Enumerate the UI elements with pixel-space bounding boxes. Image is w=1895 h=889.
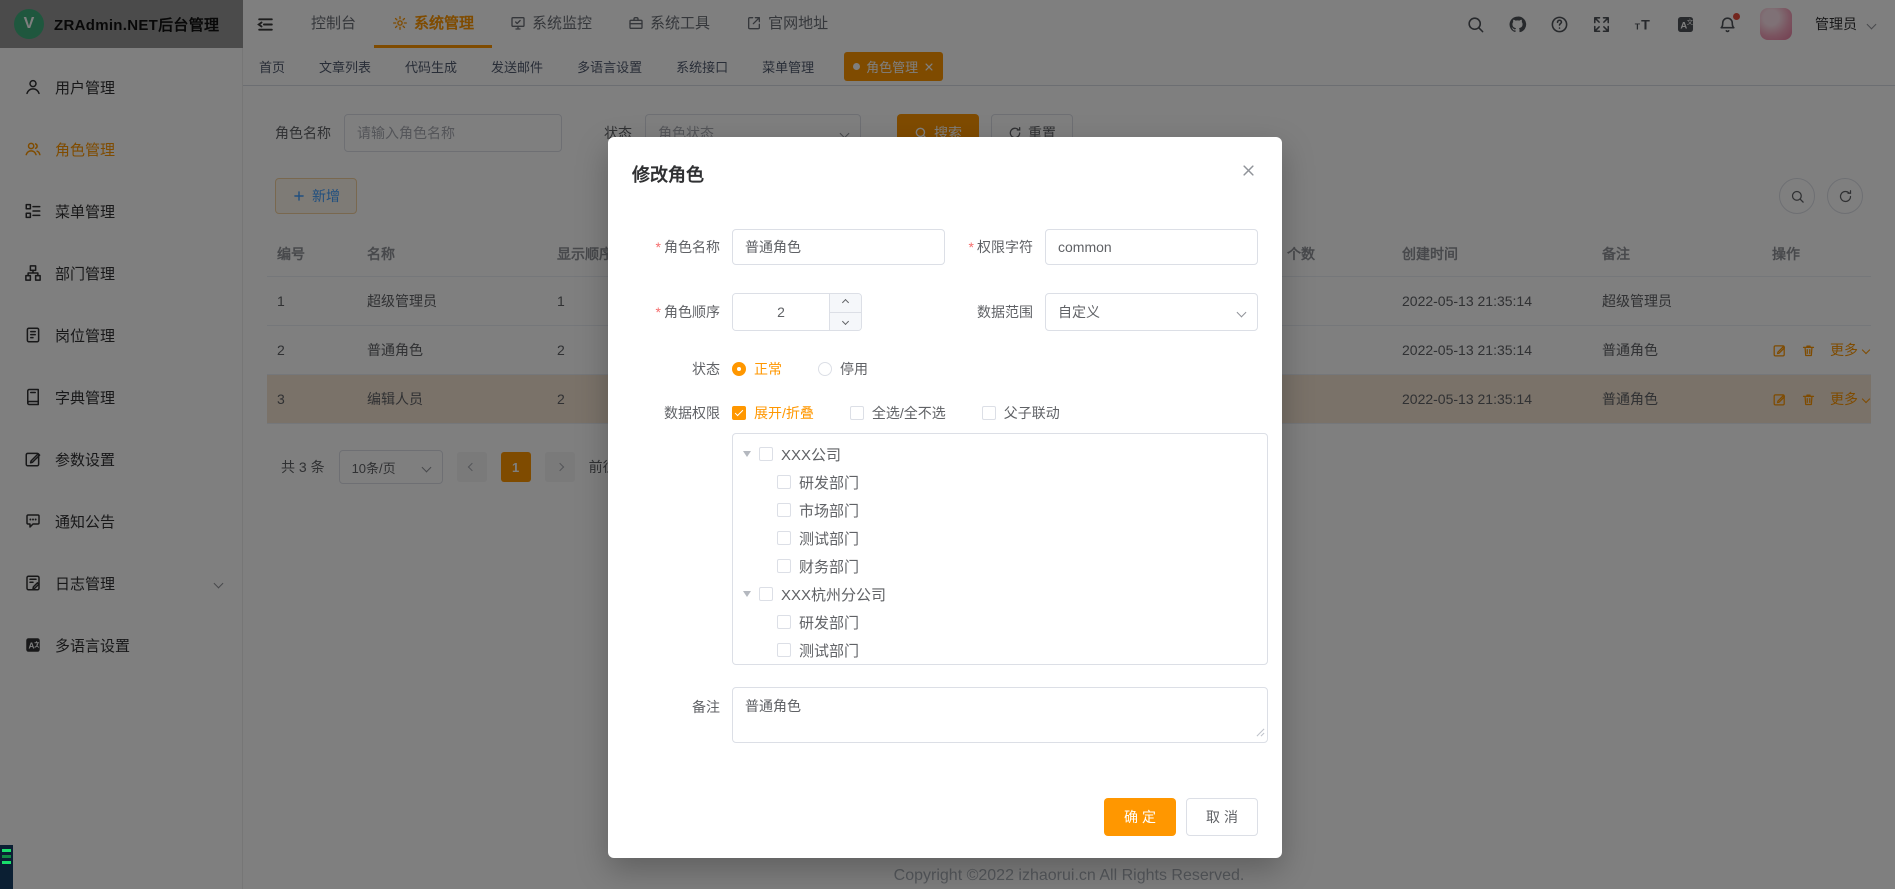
tree-node-label: 测试部门	[799, 640, 859, 661]
role-order-input[interactable]	[733, 294, 829, 330]
caret-down-icon[interactable]	[743, 451, 751, 457]
data-scope-value: 自定义	[1058, 302, 1100, 322]
confirm-button[interactable]: 确定	[1104, 798, 1176, 836]
decrease-button[interactable]	[830, 313, 861, 331]
tree-node-label: XXX杭州分公司	[781, 584, 886, 605]
tree-node-5[interactable]: XXX杭州分公司	[733, 580, 1267, 608]
status-radio-0[interactable]: 正常	[732, 359, 782, 379]
checkbox-icon[interactable]	[777, 503, 791, 517]
cancel-button[interactable]: 取消	[1186, 798, 1258, 836]
status-field-label: 状态	[632, 359, 732, 379]
tree-node-4[interactable]: 财务部门	[733, 552, 1267, 580]
perf-widget	[0, 845, 13, 889]
perf-bar	[2, 849, 11, 852]
role-order-field-label: *角色顺序	[632, 302, 732, 322]
remark-textarea[interactable]: 普通角色	[732, 687, 1268, 743]
role-name-field-label: *角色名称	[632, 237, 732, 257]
tree-node-label: 市场部门	[799, 500, 859, 521]
chevron-down-icon	[1237, 307, 1247, 317]
radio-icon	[732, 362, 746, 376]
checkbox-label: 展开/折叠	[754, 403, 814, 423]
checkbox-icon[interactable]	[777, 475, 791, 489]
dialog-close-button[interactable]	[1241, 163, 1256, 183]
tree-node-3[interactable]: 测试部门	[733, 524, 1267, 552]
checkbox-icon	[982, 406, 996, 420]
status-radio-1[interactable]: 停用	[818, 359, 868, 379]
remark-field-label: 备注	[632, 687, 732, 748]
department-tree: XXX公司研发部门市场部门测试部门财务部门XXX杭州分公司研发部门测试部门	[732, 433, 1268, 665]
role-name-field[interactable]	[732, 229, 945, 265]
tree-node-0[interactable]: XXX公司	[733, 440, 1267, 468]
tree-node-label: 研发部门	[799, 472, 859, 493]
checkbox-icon[interactable]	[777, 531, 791, 545]
tree-node-label: XXX公司	[781, 444, 841, 465]
radio-icon	[818, 362, 832, 376]
tree-node-label: 财务部门	[799, 556, 859, 577]
role-key-field-label: *权限字符	[945, 237, 1045, 257]
tree-node-2[interactable]: 市场部门	[733, 496, 1267, 524]
chevron-down-icon	[842, 318, 849, 325]
checkbox-label: 父子联动	[1004, 403, 1060, 423]
radio-label: 正常	[754, 359, 782, 379]
tree-node-7[interactable]: 测试部门	[733, 636, 1267, 664]
perm-checkbox-0[interactable]: 展开/折叠	[732, 403, 814, 423]
tree-node-label: 研发部门	[799, 612, 859, 633]
role-order-stepper	[732, 293, 862, 331]
radio-label: 停用	[840, 359, 868, 379]
close-icon	[1241, 163, 1256, 178]
role-key-field[interactable]	[1045, 229, 1258, 265]
checkbox-icon	[850, 406, 864, 420]
edit-role-dialog: 修改角色 *角色名称 *权限字符 *角色顺序	[608, 137, 1282, 858]
tree-node-label: 测试部门	[799, 528, 859, 549]
perm-checkbox-2[interactable]: 父子联动	[982, 403, 1060, 423]
data-perm-label: 数据权限	[632, 403, 732, 423]
checkbox-icon[interactable]	[777, 559, 791, 573]
data-scope-select[interactable]: 自定义	[1045, 293, 1258, 331]
checkbox-icon[interactable]	[759, 587, 773, 601]
checkbox-icon[interactable]	[777, 615, 791, 629]
chevron-up-icon	[842, 299, 849, 306]
perf-bar	[2, 861, 11, 864]
data-scope-label: 数据范围	[945, 302, 1045, 322]
perm-checkbox-1[interactable]: 全选/全不选	[850, 403, 946, 423]
perf-bar	[2, 855, 11, 858]
resize-grip-icon[interactable]	[1256, 724, 1265, 742]
checkbox-icon[interactable]	[777, 643, 791, 657]
checkbox-icon[interactable]	[759, 447, 773, 461]
checkbox-label: 全选/全不选	[872, 403, 946, 423]
dialog-title: 修改角色	[632, 161, 1258, 187]
tree-node-1[interactable]: 研发部门	[733, 468, 1267, 496]
increase-button[interactable]	[830, 294, 861, 313]
tree-node-6[interactable]: 研发部门	[733, 608, 1267, 636]
caret-down-icon[interactable]	[743, 591, 751, 597]
checkbox-icon	[732, 406, 746, 420]
